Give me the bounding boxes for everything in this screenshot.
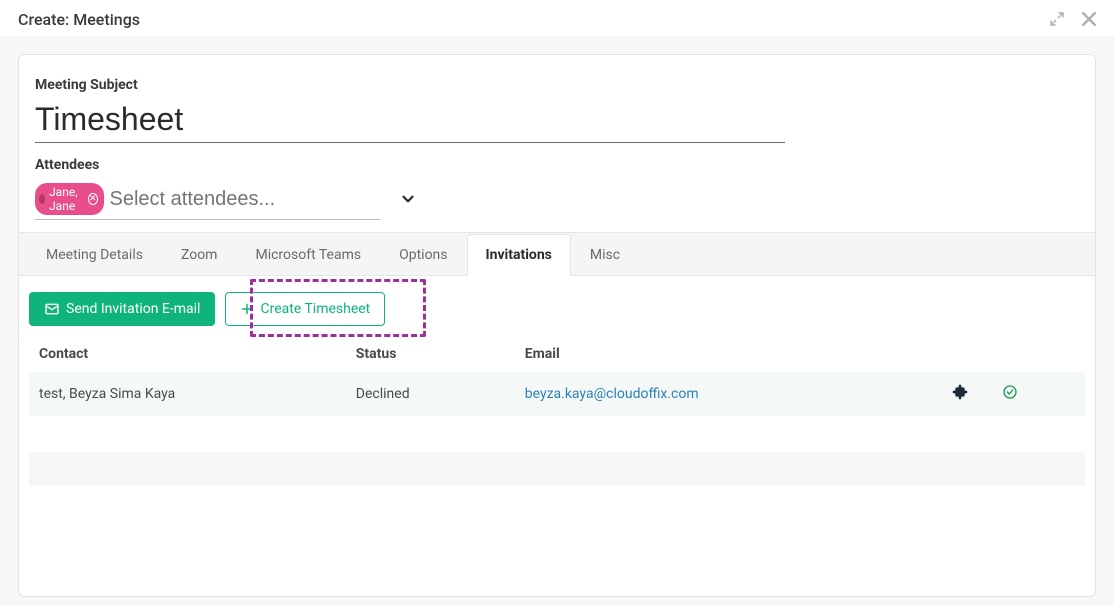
presence-dot (39, 194, 45, 204)
subject-label: Meeting Subject (35, 77, 1079, 93)
cell-contact: test, Beyza Sima Kaya (29, 372, 346, 416)
chip-remove-icon[interactable]: ✕ (88, 193, 98, 205)
send-invitation-email-label: Send Invitation E-mail (66, 301, 200, 317)
subject-input[interactable] (35, 101, 785, 143)
tab-meeting-details[interactable]: Meeting Details (27, 234, 162, 276)
button-row: Send Invitation E-mail Create Timesheet (29, 292, 1085, 326)
attendees-select[interactable]: Jane, Jane ✕ (35, 181, 380, 220)
create-timesheet-label: Create Timesheet (260, 301, 370, 317)
invitations-table: Contact Status Email test, Beyza Sima Ka… (29, 336, 1085, 416)
tab-misc[interactable]: Misc (571, 234, 639, 276)
plus-icon (240, 302, 254, 316)
tab-content-invitations: Send Invitation E-mail Create Timesheet (19, 276, 1095, 502)
table-footer-strip (29, 452, 1085, 486)
dialog-header-actions (1046, 8, 1100, 30)
col-email: Email (515, 336, 935, 372)
attendee-chip[interactable]: Jane, Jane ✕ (35, 183, 104, 215)
tab-microsoft-teams[interactable]: Microsoft Teams (236, 234, 380, 276)
puzzle-icon[interactable] (952, 384, 968, 400)
cell-email-link[interactable]: beyza.kaya@cloudoffix.com (525, 386, 699, 402)
chevron-down-icon[interactable] (399, 190, 417, 208)
close-icon[interactable] (1078, 8, 1100, 30)
col-contact: Contact (29, 336, 346, 372)
col-status: Status (346, 336, 515, 372)
tabs: Meeting Details Zoom Microsoft Teams Opt… (19, 232, 1095, 276)
dialog-body: Meeting Subject Attendees Jane, Jane ✕ (0, 36, 1114, 605)
cell-status: Declined (346, 372, 515, 416)
attendees-input[interactable] (108, 187, 377, 212)
dialog-title: Create: Meetings (18, 10, 140, 29)
dialog-header: Create: Meetings (0, 0, 1114, 36)
tab-invitations[interactable]: Invitations (467, 234, 571, 276)
create-meeting-dialog: Create: Meetings Meeting Subject (0, 0, 1114, 609)
attendee-chip-label: Jane, Jane (49, 185, 84, 213)
form-card: Meeting Subject Attendees Jane, Jane ✕ (18, 54, 1096, 597)
mail-icon (44, 301, 60, 317)
table-row[interactable]: test, Beyza Sima Kaya Declined beyza.kay… (29, 372, 1085, 416)
tab-options[interactable]: Options (380, 234, 466, 276)
check-circle-icon[interactable] (1002, 384, 1018, 400)
attendees-label: Attendees (35, 157, 1079, 173)
send-invitation-email-button[interactable]: Send Invitation E-mail (29, 292, 215, 326)
expand-icon[interactable] (1046, 8, 1068, 30)
form-area: Meeting Subject Attendees Jane, Jane ✕ (19, 77, 1095, 220)
create-timesheet-button[interactable]: Create Timesheet (225, 292, 385, 326)
tab-zoom[interactable]: Zoom (162, 234, 237, 276)
